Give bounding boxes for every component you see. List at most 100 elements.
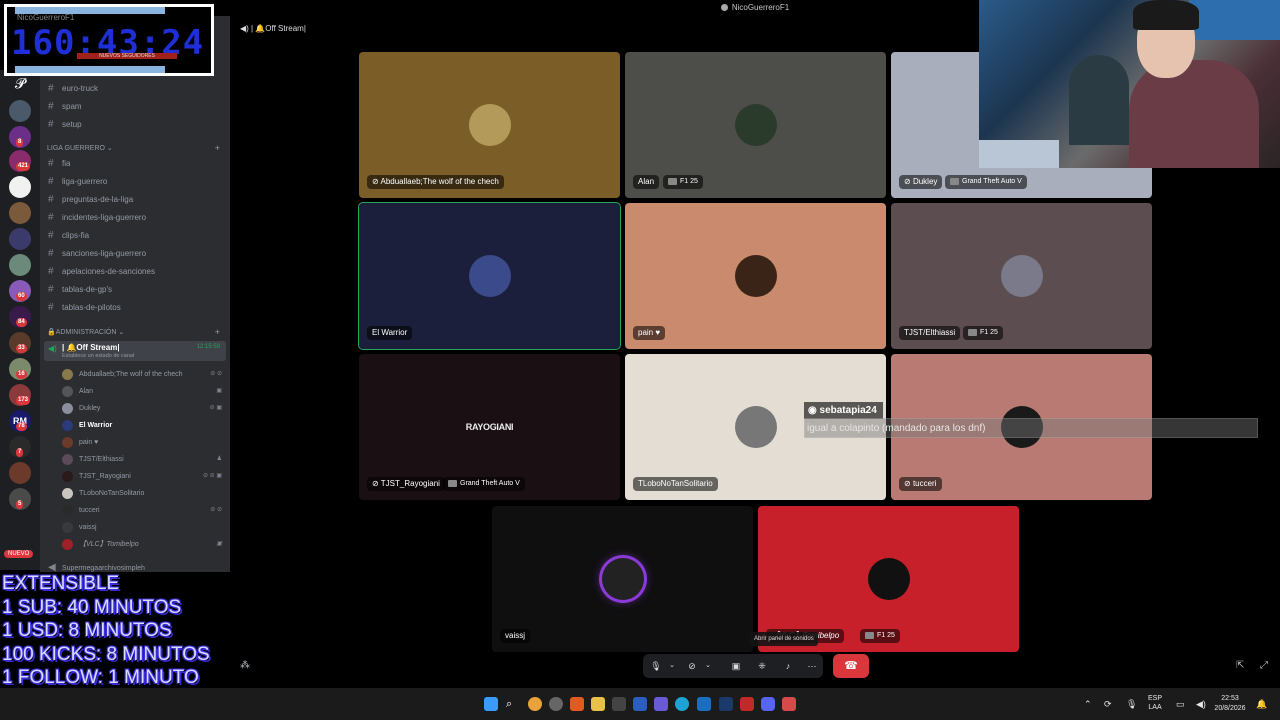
add-channel-icon[interactable]: +: [215, 327, 220, 337]
channel-sanciones[interactable]: # sanciones-liga-guerrero: [48, 246, 224, 262]
voice-member[interactable]: TLoboNoTanSolitario: [62, 485, 224, 502]
extensible-title: EXTENSIBLE: [2, 573, 120, 594]
participant-tile[interactable]: 【VLC】Tomibelpo F1 25: [758, 506, 1019, 652]
volume-icon[interactable]: ◀): [1196, 688, 1206, 720]
server-icon-16[interactable]: [9, 462, 31, 484]
channel-clips-fia[interactable]: # clips-fia: [48, 228, 224, 244]
edge-icon[interactable]: [675, 697, 689, 711]
category-liga-guerrero[interactable]: LIGA GUERRERO ⌄: [47, 144, 113, 152]
obs-icon[interactable]: [549, 697, 563, 711]
sync-icon[interactable]: ⟳: [1104, 688, 1112, 720]
hash-icon: #: [48, 212, 54, 223]
start-icon[interactable]: [484, 697, 498, 711]
new-badge: NUEVO: [4, 550, 34, 558]
app-icon[interactable]: [612, 697, 626, 711]
chevron-down-icon[interactable]: ⌄: [699, 654, 717, 678]
clock[interactable]: 22:53 20/8/2026: [1212, 694, 1248, 714]
invite-icon[interactable]: ⁂: [240, 660, 250, 671]
add-channel-icon[interactable]: +: [215, 143, 220, 153]
word-icon[interactable]: [633, 697, 647, 711]
channel-cut-off[interactable]: ◀ Supermegaarchivosimpleh: [48, 560, 224, 572]
activity-badge: F1 25: [860, 629, 900, 643]
participant-name: ⊘ tucceri: [899, 477, 942, 491]
voice-member[interactable]: Dukley ⊘ ▣: [62, 400, 224, 417]
speaker-icon: ◀): [48, 344, 57, 353]
soundboard-icon[interactable]: ♪: [779, 654, 797, 678]
channel-tablas-pilotos[interactable]: # tablas-de-pilotos: [48, 300, 224, 316]
app-icon[interactable]: [740, 697, 754, 711]
game-icon: [968, 328, 977, 336]
voice-member[interactable]: pain ♥: [62, 434, 224, 451]
activity-badge: Grand Theft Auto V: [443, 477, 525, 491]
speaker-icon: ◀: [48, 562, 56, 572]
chat-message: igual a colapinto (mandado para los dnf): [804, 418, 1258, 438]
server-icon-5[interactable]: [9, 176, 31, 198]
chrome-icon[interactable]: [528, 697, 542, 711]
server-icon-7[interactable]: [9, 228, 31, 250]
brave-icon[interactable]: [570, 697, 584, 711]
app-icon[interactable]: [697, 697, 711, 711]
participant-tile[interactable]: RAYOGIANI ⊘ TJST_Rayogiani Grand Theft A…: [359, 354, 620, 500]
channel-spam[interactable]: # spam: [48, 99, 224, 115]
microphone-tray-icon[interactable]: 🎙: [1126, 688, 1137, 720]
voice-member[interactable]: TJST/Elthiassi ♟: [62, 451, 224, 468]
chevron-down-icon[interactable]: ⌄: [663, 654, 681, 678]
channel-euro-truck[interactable]: # euro-truck: [48, 81, 224, 97]
category-administracion[interactable]: 🔒ADMINISTRACIÓN ⌄: [47, 328, 124, 336]
hash-icon: #: [48, 230, 54, 241]
participant-tile[interactable]: El Warrior: [358, 202, 621, 350]
voice-channel-status[interactable]: Establece un estado de canal: [62, 353, 134, 359]
server-icon-6[interactable]: [9, 202, 31, 224]
notification-icon[interactable]: 🔔: [1256, 688, 1267, 720]
category-label: 🔒ADMINISTRACIÓN: [47, 329, 117, 336]
activities-icon[interactable]: ⁜: [753, 654, 771, 678]
channel-setup[interactable]: # setup: [48, 117, 224, 133]
stream-timer-overlay: NicoGuerreroF1 160:43:24 NUEVOS SEGUIDOR…: [4, 4, 214, 76]
tray-chevron-icon[interactable]: ⌃: [1084, 688, 1092, 720]
avatar: [62, 386, 73, 397]
popout-icon[interactable]: ⇱: [1236, 660, 1244, 671]
channel-apelaciones[interactable]: # apelaciones-de-sanciones: [48, 264, 224, 280]
participant-tile[interactable]: Alan F1 25: [625, 52, 886, 198]
activity-text: F1 25: [680, 178, 698, 185]
channel-incidentes[interactable]: # incidentes-liga-guerrero: [48, 210, 224, 226]
channel-tablas-gp[interactable]: # tablas-de-gp's: [48, 282, 224, 298]
voice-member[interactable]: Alan ▣: [62, 383, 224, 400]
disconnect-button[interactable]: ☎: [833, 654, 869, 678]
avatar: [734, 104, 777, 146]
voice-member[interactable]: El Warrior: [62, 417, 224, 434]
folder-icon[interactable]: [591, 697, 605, 711]
window-title: NicoGuerreroF1: [731, 3, 790, 12]
avatar: [62, 437, 73, 448]
app-icon[interactable]: [654, 697, 668, 711]
server-icon-8[interactable]: [9, 254, 31, 276]
fullscreen-icon[interactable]: ⤢: [1260, 660, 1268, 671]
screen-share-icon[interactable]: ▣: [727, 654, 745, 678]
participant-tile[interactable]: vaissj: [492, 506, 753, 652]
voice-member[interactable]: Abduallaeb;The wolf of the chech ⊘ ⊘: [62, 366, 224, 383]
timer-subtext: NUEVOS SEGUIDORES: [77, 53, 177, 59]
language-indicator[interactable]: ESP LAA: [1148, 694, 1162, 712]
voice-member[interactable]: TJST_Rayogiani ⊘ ⊘ ▣: [62, 468, 224, 485]
voice-channel-off-stream[interactable]: ◀) | 🔔Off Stream| Establece un estado de…: [44, 341, 226, 361]
voice-member[interactable]: vaissj: [62, 519, 224, 536]
participant-tile[interactable]: pain ♥: [625, 203, 886, 349]
server-icon-2[interactable]: [9, 100, 31, 122]
participant-tile[interactable]: ⊘ Abduallaeb;The wolf of the chech: [359, 52, 620, 198]
discord-icon[interactable]: [761, 697, 775, 711]
participant-tile[interactable]: TJST/Elthiassi F1 25: [891, 203, 1152, 349]
channel-fia[interactable]: # fia: [48, 156, 224, 172]
app-icon[interactable]: [782, 697, 796, 711]
network-icon[interactable]: ▭: [1176, 688, 1185, 720]
more-icon[interactable]: ⋯: [803, 654, 821, 678]
search-icon[interactable]: ⌕: [506, 697, 520, 711]
voice-member[interactable]: tucceri ⊘ ⊘: [62, 502, 224, 519]
avatar-text-logo: RAYOGIANI: [465, 422, 514, 432]
chat-avatar-icon: ◉: [808, 405, 820, 416]
channel-liga-guerrero[interactable]: # liga-guerrero: [48, 174, 224, 190]
hash-icon: #: [48, 194, 54, 205]
app-icon[interactable]: [719, 697, 733, 711]
channel-preguntas[interactable]: # preguntas-de-la-liga: [48, 192, 224, 208]
avatar: [62, 420, 73, 431]
voice-member[interactable]: 【VLC】Tomibelpo ▣: [62, 536, 224, 553]
